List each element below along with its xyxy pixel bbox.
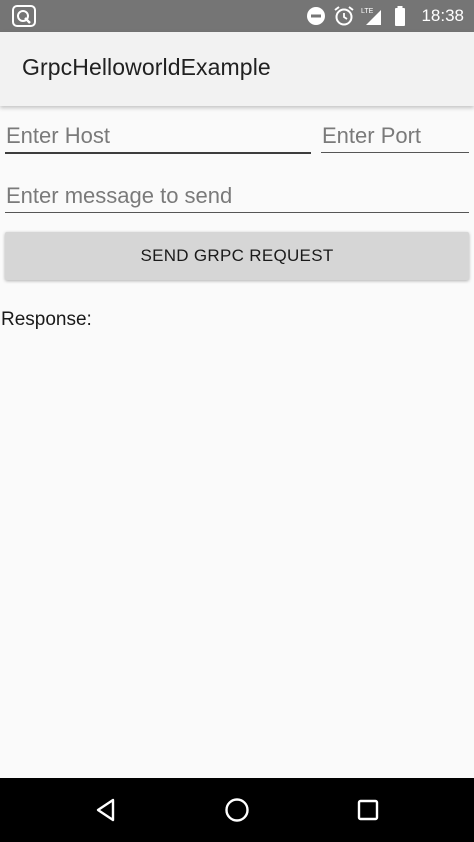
port-input-underline: [321, 152, 469, 153]
home-button[interactable]: [217, 790, 257, 830]
lte-signal-icon: LTE: [361, 8, 382, 25]
message-input-underline: [5, 212, 469, 213]
battery-icon: [395, 6, 406, 26]
host-input[interactable]: [6, 120, 306, 152]
status-bar: LTE 18:38: [0, 0, 474, 32]
recents-button[interactable]: [348, 790, 388, 830]
app-bar: GrpcHelloworldExample: [0, 32, 474, 106]
app-notification-icon: [12, 5, 36, 27]
navigation-bar: [0, 778, 474, 842]
message-input[interactable]: [6, 180, 466, 212]
status-icons: LTE 18:38: [305, 0, 464, 32]
send-grpc-request-button[interactable]: SEND GRPC REQUEST: [5, 232, 469, 280]
app-title: GrpcHelloworldExample: [22, 54, 271, 80]
port-input[interactable]: [322, 120, 467, 152]
back-button[interactable]: [86, 790, 126, 830]
recents-icon: [357, 799, 379, 821]
host-input-underline: [5, 152, 311, 154]
response-label: Response:: [1, 309, 92, 330]
back-icon: [96, 798, 115, 822]
network-label: LTE: [361, 8, 374, 15]
alarm-icon: [334, 6, 355, 26]
home-icon: [225, 798, 249, 822]
status-time: 18:38: [421, 6, 464, 25]
do-not-disturb-icon: [307, 7, 326, 25]
